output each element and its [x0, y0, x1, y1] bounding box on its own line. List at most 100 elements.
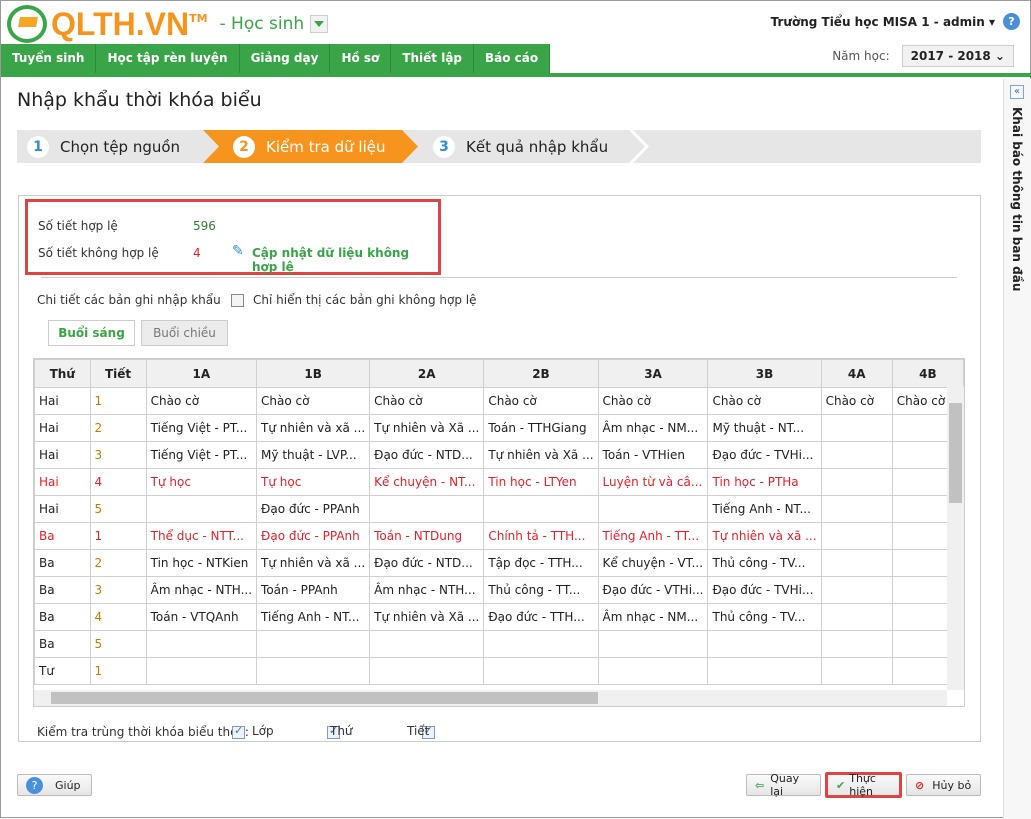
- subject-cell[interactable]: Toán - VTHien: [597, 441, 709, 469]
- column-header[interactable]: 1B: [256, 359, 371, 388]
- nav-bao-cao[interactable]: Báo cáo: [474, 44, 551, 73]
- subject-cell[interactable]: Chính tả - TTH...: [483, 522, 599, 550]
- day-cell[interactable]: Ba: [34, 576, 91, 604]
- subject-cell[interactable]: Luyện từ và câ...: [597, 468, 709, 496]
- subject-cell[interactable]: Đạo đức - PPAnh: [256, 495, 371, 523]
- subject-cell[interactable]: Tự nhiên và Xã ...: [369, 603, 485, 631]
- table-row[interactable]: Ba 1 Thể dục - NTT... Đạo đức - PPAnh Toán -…: [34, 522, 964, 550]
- subject-cell[interactable]: Kể chuyện - VT...: [597, 549, 709, 577]
- subject-cell[interactable]: [707, 630, 822, 658]
- column-header[interactable]: 1A: [145, 359, 258, 388]
- subject-cell[interactable]: Tự học: [145, 468, 258, 496]
- subject-cell[interactable]: [820, 495, 893, 523]
- subject-cell[interactable]: Thể dục - NTT...: [145, 522, 258, 550]
- subject-cell[interactable]: [145, 657, 258, 685]
- tab-morning[interactable]: Buổi sáng: [48, 320, 135, 346]
- subject-cell[interactable]: Âm nhạc - NM...: [597, 414, 709, 442]
- subject-cell[interactable]: Âm nhạc - NTH...: [145, 576, 258, 604]
- horizontal-scroll-thumb[interactable]: [51, 692, 598, 704]
- cancel-button[interactable]: ⊘ Hủy bỏ: [906, 774, 981, 796]
- subject-cell[interactable]: [820, 414, 893, 442]
- subject-cell[interactable]: [597, 495, 709, 523]
- column-header[interactable]: Tiết: [89, 359, 147, 388]
- subject-cell[interactable]: Tự nhiên và xã ...: [256, 549, 371, 577]
- help-icon[interactable]: ?: [1003, 13, 1020, 30]
- day-cell[interactable]: Hai: [34, 495, 91, 523]
- subject-cell[interactable]: Chào cờ: [145, 387, 258, 415]
- subject-cell[interactable]: Toán - NTDung: [369, 522, 485, 550]
- subject-cell[interactable]: Chào cờ: [707, 387, 822, 415]
- subject-cell[interactable]: Tự nhiên và xã ...: [256, 414, 371, 442]
- nav-ho-so[interactable]: Hồ sơ: [330, 44, 392, 73]
- subject-cell[interactable]: Tập đọc - TTH...: [483, 549, 599, 577]
- day-cell[interactable]: Ba: [34, 522, 91, 550]
- only-invalid-checkbox[interactable]: [231, 294, 244, 307]
- day-cell[interactable]: Ba: [34, 630, 91, 658]
- nav-hoc-tap[interactable]: Học tập rèn luyện: [96, 44, 240, 73]
- subject-cell[interactable]: Tự nhiên và Xã ...: [483, 441, 599, 469]
- column-header[interactable]: 4B: [891, 359, 964, 388]
- subject-cell[interactable]: Âm nhạc - NTH...: [369, 576, 485, 604]
- subject-cell[interactable]: Đạo đức - NTD...: [369, 549, 485, 577]
- period-cell[interactable]: 5: [89, 495, 147, 523]
- back-button[interactable]: ⇦ Quay lại: [746, 772, 821, 798]
- table-row[interactable]: Ba 5: [34, 630, 964, 658]
- subject-cell[interactable]: [707, 657, 822, 685]
- period-cell[interactable]: 1: [89, 522, 147, 550]
- table-row[interactable]: Hai 5 Đạo đức - PPAnh Tiếng Anh - NT...: [34, 495, 964, 523]
- role-dropdown-button[interactable]: [310, 15, 329, 33]
- table-row[interactable]: Hai 1 Chào cờ Chào cờ Chào cờ Chào cờ Chào cờ C…: [34, 387, 964, 415]
- edit-icon[interactable]: ✎: [232, 243, 244, 259]
- day-cell[interactable]: Ba: [34, 549, 91, 577]
- subject-cell[interactable]: Tự học: [256, 468, 371, 496]
- period-cell[interactable]: 2: [89, 549, 147, 577]
- subject-cell[interactable]: [483, 495, 599, 523]
- user-name[interactable]: Trường Tiểu học MISA 1 - admin ▾: [771, 15, 995, 29]
- subject-cell[interactable]: Tin học - PTHa: [707, 468, 822, 496]
- column-header[interactable]: 2B: [483, 359, 599, 388]
- column-header[interactable]: 3B: [707, 359, 822, 388]
- subject-cell[interactable]: Tiếng Anh - NT...: [256, 603, 371, 631]
- day-cell[interactable]: Hai: [34, 414, 91, 442]
- logo[interactable]: QLTH.VN TM - Học sinh: [7, 5, 329, 43]
- subject-cell[interactable]: [145, 630, 258, 658]
- subject-cell[interactable]: Tự nhiên và xã ...: [707, 522, 822, 550]
- subject-cell[interactable]: Tin học - NTKien: [145, 549, 258, 577]
- subject-cell[interactable]: [369, 657, 485, 685]
- day-cell[interactable]: Tư: [34, 657, 91, 685]
- table-row[interactable]: Hai 3 Tiếng Việt - PT... Mỹ thuật - LVP... Đ…: [34, 441, 964, 469]
- subject-cell[interactable]: [256, 630, 371, 658]
- column-header[interactable]: 3A: [597, 359, 709, 388]
- subject-cell[interactable]: [597, 657, 709, 685]
- period-cell[interactable]: 3: [89, 576, 147, 604]
- subject-cell[interactable]: Đạo đức - NTD...: [369, 441, 485, 469]
- only-invalid-label[interactable]: Chỉ hiển thị các bản ghi không hợp lệ: [253, 293, 477, 307]
- table-row[interactable]: Ba 2 Tin học - NTKien Tự nhiên và xã ... Đạo…: [34, 549, 964, 577]
- period-cell[interactable]: 1: [89, 387, 147, 415]
- subject-cell[interactable]: Thủ công - TV...: [707, 603, 822, 631]
- subject-cell[interactable]: Chào cờ: [597, 387, 709, 415]
- subject-cell[interactable]: Tiếng Anh - TT...: [597, 522, 709, 550]
- collapse-icon[interactable]: «: [1010, 85, 1024, 99]
- period-cell[interactable]: 4: [89, 468, 147, 496]
- subject-cell[interactable]: [369, 495, 485, 523]
- day-cell[interactable]: Hai: [34, 468, 91, 496]
- subject-cell[interactable]: Chào cờ: [820, 387, 893, 415]
- nav-giang-day[interactable]: Giảng dạy: [239, 44, 331, 73]
- subject-cell[interactable]: [145, 495, 258, 523]
- subject-cell[interactable]: [369, 630, 485, 658]
- subject-cell[interactable]: Chào cờ: [369, 387, 485, 415]
- subject-cell[interactable]: Tiếng Việt - PT...: [145, 441, 258, 469]
- day-cell[interactable]: Hai: [34, 441, 91, 469]
- subject-cell[interactable]: [820, 549, 893, 577]
- check-class-checkbox[interactable]: [232, 724, 245, 739]
- subject-cell[interactable]: [256, 657, 371, 685]
- period-cell[interactable]: 2: [89, 414, 147, 442]
- tab-afternoon[interactable]: Buổi chiều: [141, 320, 228, 346]
- subject-cell[interactable]: Đạo đức - VTHi...: [597, 576, 709, 604]
- run-button[interactable]: ✔ Thực hiện: [825, 772, 902, 798]
- nav-tuyen-sinh[interactable]: Tuyển sinh: [1, 44, 97, 73]
- subject-cell[interactable]: Tiếng Việt - PT...: [145, 414, 258, 442]
- period-cell[interactable]: 3: [89, 441, 147, 469]
- subject-cell[interactable]: Mỹ thuật - NT...: [707, 414, 822, 442]
